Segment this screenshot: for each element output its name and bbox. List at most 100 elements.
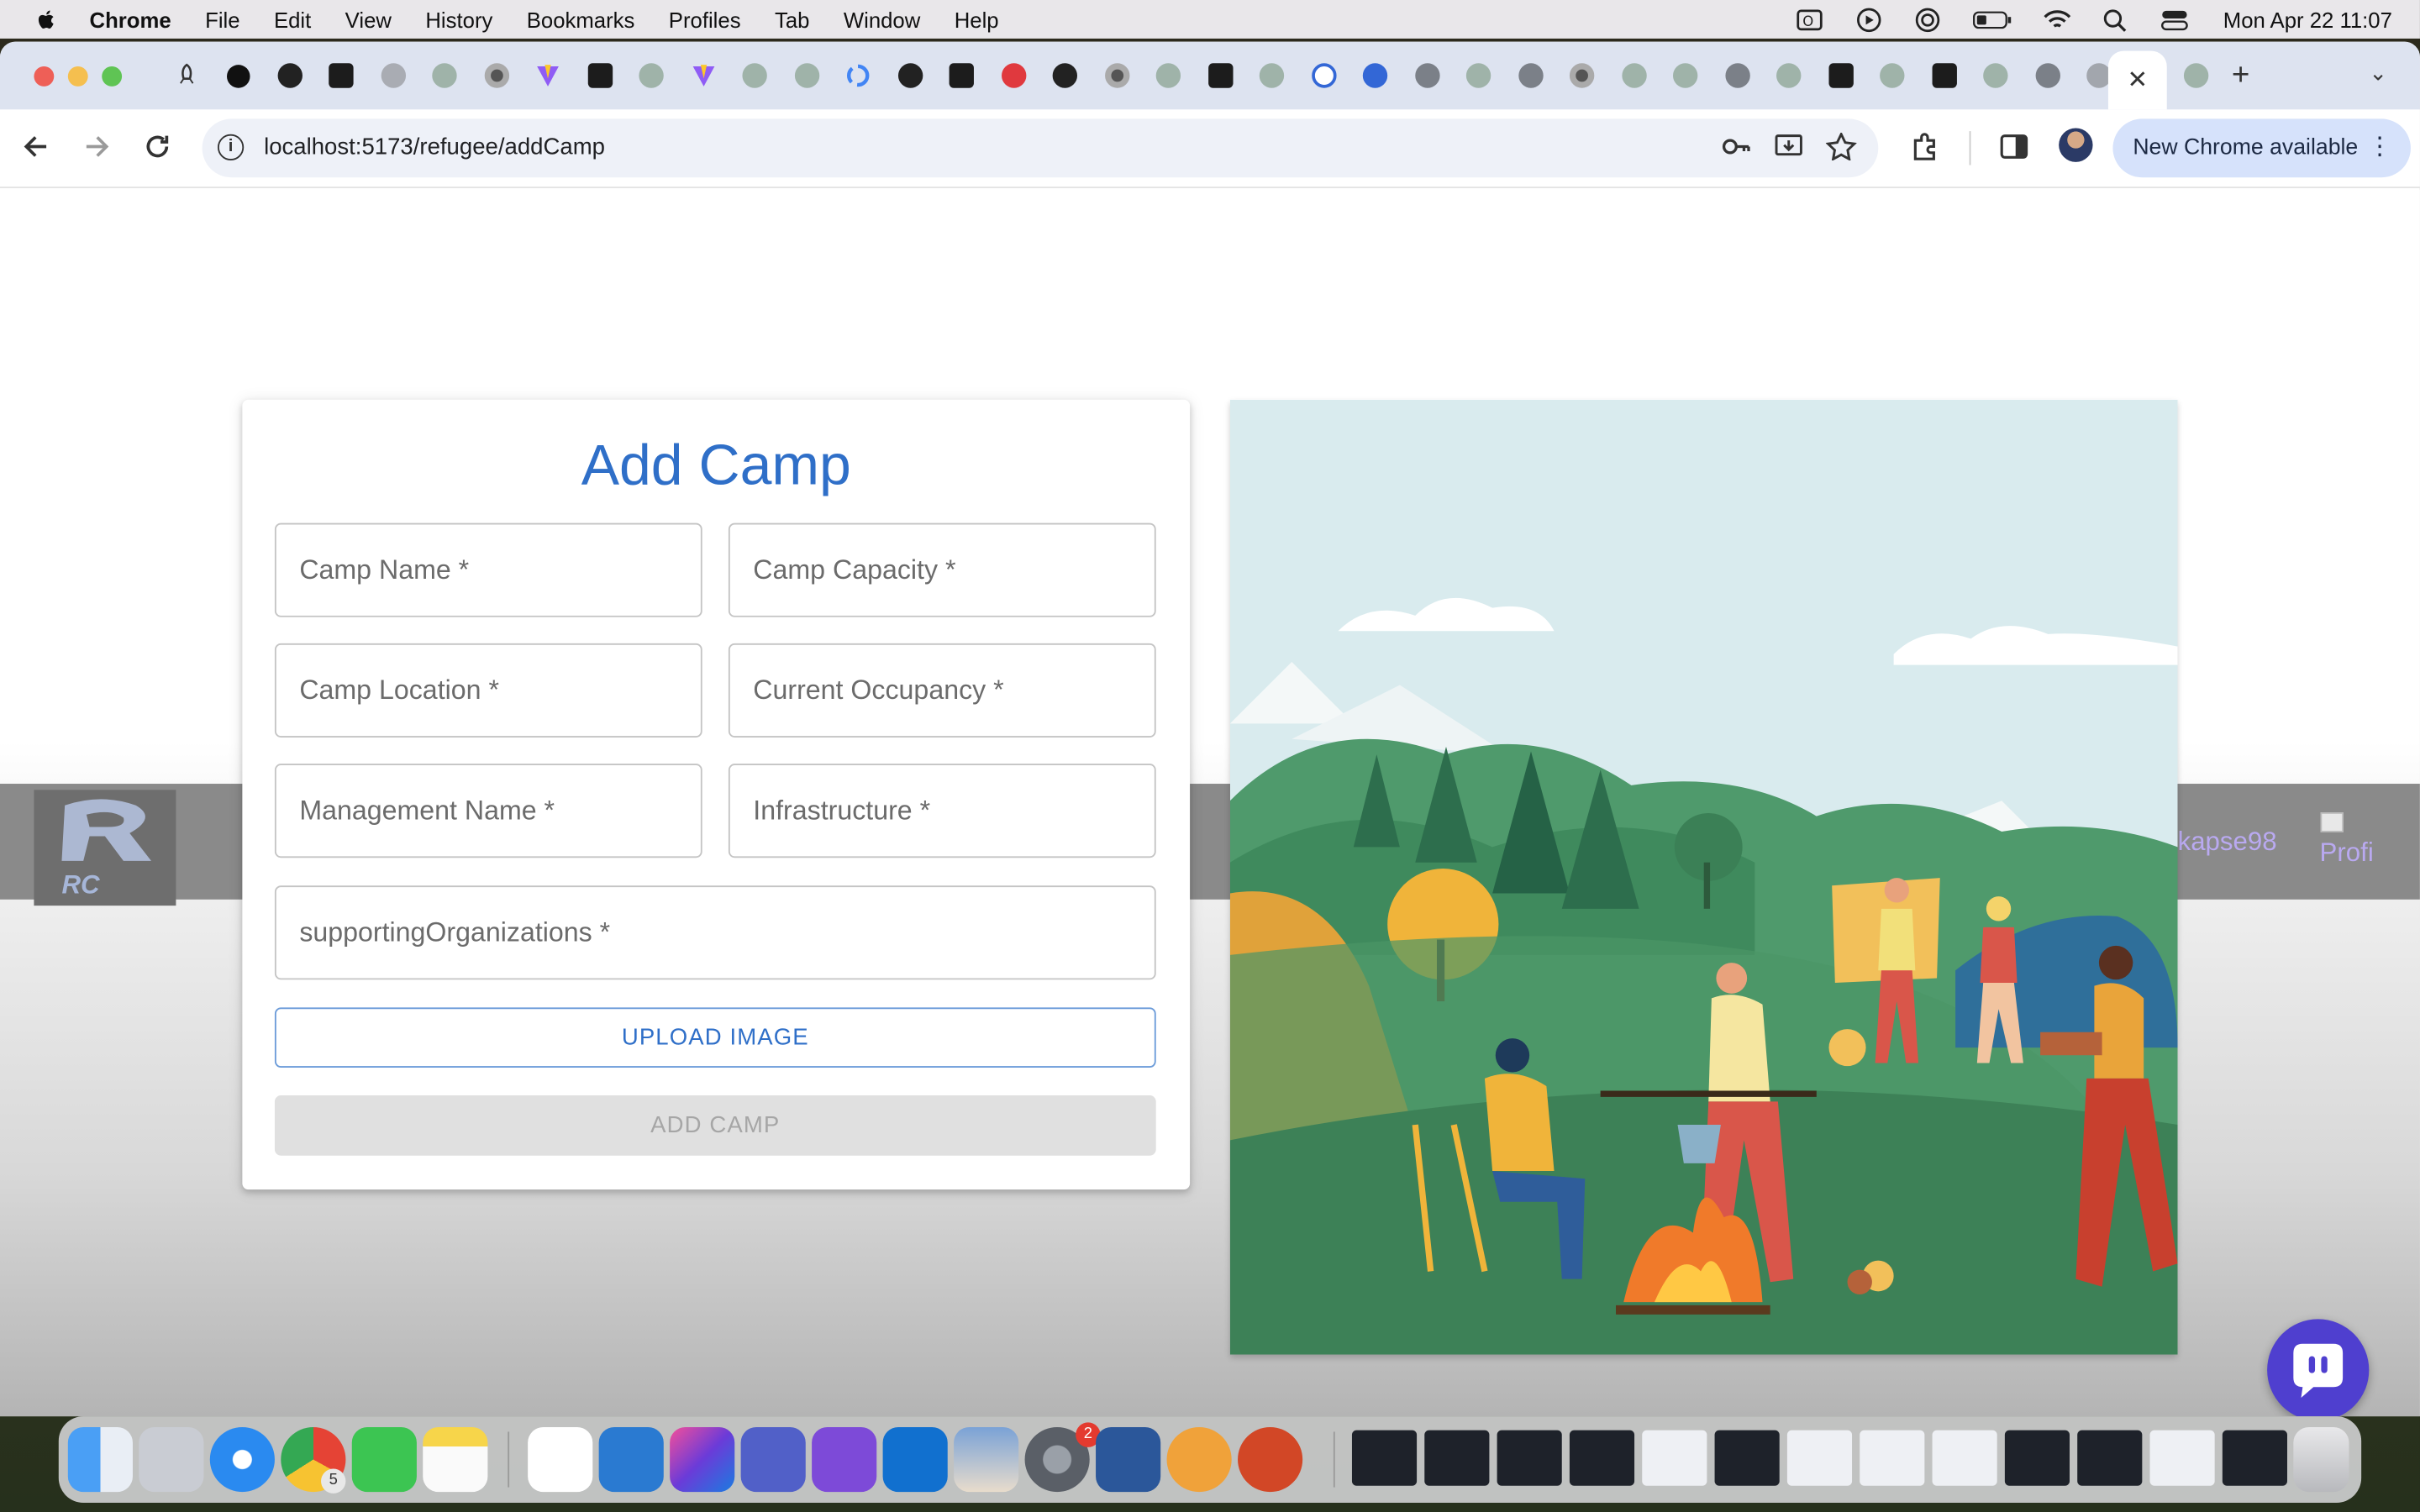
tab-favicon-perplexity[interactable] [316, 59, 368, 92]
url-text[interactable]: localhost:5173/refugee/addCamp [264, 134, 605, 160]
username-link[interactable]: kapse98 [2178, 827, 2277, 858]
tab-favicon-perplexity-5[interactable] [1815, 59, 1867, 92]
window-thumbnail[interactable] [2004, 1430, 2070, 1486]
tab-favicon-globe[interactable] [1402, 59, 1454, 92]
battery-icon[interactable] [1970, 7, 2013, 31]
spotlight-search-icon[interactable] [2100, 7, 2131, 31]
add-camp-button[interactable]: ADD CAMP [274, 1095, 1156, 1156]
tab-favicon-chatgpt-8[interactable] [1608, 59, 1660, 92]
window-thumbnail[interactable] [1642, 1430, 1707, 1486]
window-thumbnail[interactable] [1497, 1430, 1562, 1486]
window-thumbnail[interactable] [1932, 1430, 1997, 1486]
tab-favicon-vite[interactable] [523, 59, 575, 92]
back-arrow-icon[interactable] [22, 131, 53, 162]
tab-favicon-chatgpt-12[interactable] [1970, 59, 2023, 92]
tab-favicon-chrome[interactable] [471, 59, 523, 92]
messages-icon[interactable] [351, 1426, 417, 1493]
profile-avatar[interactable] [2059, 128, 2093, 162]
word-icon[interactable] [1096, 1426, 1161, 1493]
camp-name-field[interactable]: Camp Name * [274, 522, 702, 617]
tab-favicon-google[interactable] [833, 59, 885, 92]
vscode-icon[interactable] [598, 1426, 664, 1493]
menu-help[interactable]: Help [955, 7, 999, 31]
airdrop-icon[interactable] [1912, 7, 1943, 32]
wifi-icon[interactable] [2041, 7, 2072, 31]
window-thumbnail[interactable] [1786, 1430, 1853, 1486]
active-tab[interactable]: ✕ [2107, 50, 2167, 110]
menu-profiles[interactable]: Profiles [669, 7, 741, 31]
bookmark-star-icon[interactable] [1825, 132, 1857, 161]
install-app-icon[interactable] [1773, 133, 1804, 160]
menu-app-name[interactable]: Chrome [90, 7, 171, 31]
menu-window[interactable]: Window [844, 7, 920, 31]
site-info-icon[interactable]: i [217, 134, 245, 161]
close-window-button[interactable] [34, 66, 55, 87]
tab-favicon-github-gray[interactable] [367, 59, 419, 92]
supporting-organizations-field[interactable]: supportingOrganizations * [274, 885, 1156, 980]
retriever-app-icon[interactable] [1166, 1426, 1232, 1493]
tab-favicon-chatgpt-10[interactable] [1763, 59, 1815, 92]
reload-icon[interactable] [142, 131, 173, 162]
tab-favicon-chatgpt-5[interactable] [1143, 59, 1195, 92]
control-center-icon[interactable] [2159, 7, 2190, 31]
minimize-window-button[interactable] [67, 66, 88, 87]
window-thumbnail[interactable] [1351, 1430, 1418, 1486]
preview-icon[interactable] [954, 1426, 1019, 1493]
tab-favicon-perplexity-4[interactable] [1195, 59, 1247, 92]
menu-edit[interactable]: Edit [274, 7, 311, 31]
address-bar[interactable]: i localhost:5173/refugee/addCamp [202, 118, 1879, 178]
window-thumbnail[interactable] [1424, 1430, 1490, 1486]
menu-tab[interactable]: Tab [775, 7, 809, 31]
new-tab-button[interactable]: + [2232, 59, 2249, 94]
tab-favicon-perplexity-6[interactable] [1918, 59, 1970, 92]
tab-favicon-chatgpt-6[interactable] [1246, 59, 1298, 92]
window-thumbnail[interactable] [1860, 1430, 1925, 1486]
tab-favicon-chatgpt-3[interactable] [729, 59, 781, 92]
close-tab-icon[interactable]: ✕ [2128, 65, 2149, 96]
current-occupancy-field[interactable]: Current Occupancy * [728, 643, 1156, 738]
tab-favicon-settings[interactable] [1349, 59, 1402, 92]
side-panel-icon[interactable] [1999, 131, 2030, 162]
play-circle-icon[interactable] [1853, 7, 1884, 32]
tab-favicon-chatgpt-4[interactable] [781, 59, 833, 92]
camp-location-field[interactable]: Camp Location * [274, 643, 702, 738]
tab-favicon-mongodb[interactable] [213, 59, 265, 92]
window-thumbnail[interactable] [2077, 1430, 2143, 1486]
safari-icon[interactable] [209, 1426, 275, 1493]
zoom-window-button[interactable] [102, 66, 123, 87]
tab-search-button[interactable]: ⌄ [2369, 60, 2387, 87]
camp-capacity-field[interactable]: Camp Capacity * [728, 522, 1156, 617]
tab-favicon-chatgpt-7[interactable] [1453, 59, 1505, 92]
tab-favicon-globe-4[interactable] [2022, 59, 2074, 92]
window-thumbnail[interactable] [1569, 1430, 1635, 1486]
outlook-status-icon[interactable]: O [1794, 7, 1825, 31]
tab-favicon-perplexity-2[interactable] [574, 59, 626, 92]
tab-favicon-github-3[interactable] [1039, 59, 1092, 92]
tab-favicon-chatgpt-2[interactable] [626, 59, 678, 92]
tab-favicon-chatgpt-11[interactable] [1866, 59, 1918, 92]
powerpoint-icon[interactable] [1238, 1426, 1303, 1493]
forward-arrow-icon[interactable] [81, 131, 112, 162]
window-thumbnail[interactable] [2222, 1430, 2287, 1486]
tab-favicon-angular[interactable] [987, 59, 1039, 92]
tab-favicon-perplexity-3[interactable] [936, 59, 988, 92]
tab-favicon-chatgpt-13[interactable] [2170, 59, 2222, 92]
management-name-field[interactable]: Management Name * [274, 764, 702, 858]
tab-favicon-github[interactable] [264, 59, 316, 92]
teams-icon[interactable] [740, 1426, 806, 1493]
tab-favicon-history[interactable] [1298, 59, 1350, 92]
password-key-icon[interactable] [1721, 133, 1752, 160]
tab-favicon-chrome-3[interactable] [1556, 59, 1608, 92]
tab-favicon-globe-2[interactable] [1505, 59, 1557, 92]
menu-history[interactable]: History [425, 7, 492, 31]
notes-icon[interactable] [423, 1426, 488, 1493]
new-chrome-available-button[interactable]: New Chrome available ⋮ [2112, 118, 2411, 178]
chatbot-button[interactable] [2267, 1319, 2370, 1417]
window-thumbnail[interactable] [1714, 1430, 1780, 1486]
mongodb-compass-icon[interactable] [528, 1426, 593, 1493]
upload-image-button[interactable]: UPLOAD IMAGE [274, 1007, 1156, 1068]
site-logo[interactable]: RC [34, 790, 176, 906]
intellij-icon[interactable] [670, 1426, 735, 1493]
menu-file[interactable]: File [205, 7, 239, 31]
finder-icon[interactable] [67, 1426, 133, 1493]
